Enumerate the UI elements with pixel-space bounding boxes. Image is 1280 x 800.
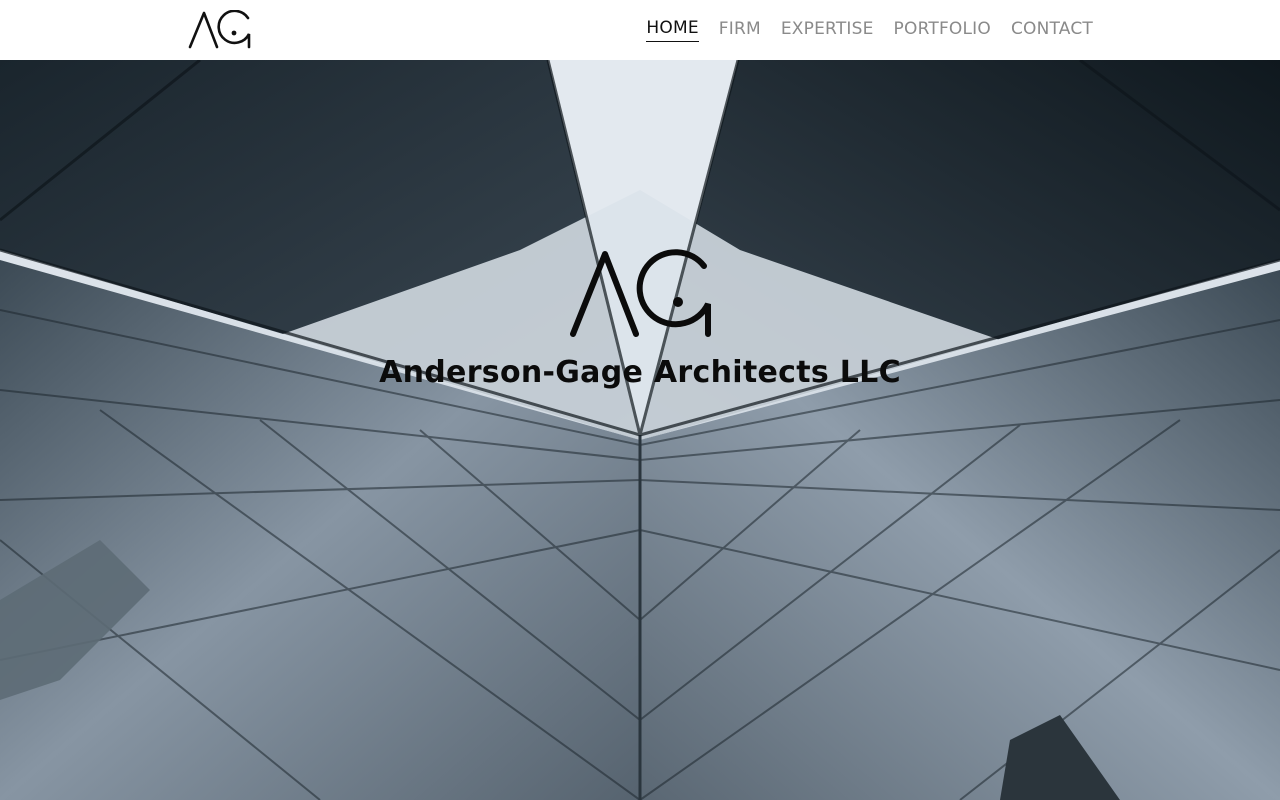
ag-logo[interactable]	[187, 10, 253, 50]
hero-section: Anderson-Gage Architects LLC	[0, 60, 1280, 800]
nav-home[interactable]: HOME	[646, 18, 699, 42]
nav-contact[interactable]: CONTACT	[1011, 19, 1093, 42]
main-nav: HOME FIRM EXPERTISE PORTFOLIO CONTACT	[646, 0, 1093, 60]
hero-background-image	[0, 60, 1280, 800]
nav-portfolio[interactable]: PORTFOLIO	[894, 19, 991, 42]
site-header: HOME FIRM EXPERTISE PORTFOLIO CONTACT	[0, 0, 1280, 60]
nav-expertise[interactable]: EXPERTISE	[781, 19, 874, 42]
hero-ag-logo	[570, 249, 711, 337]
company-name-heading: Anderson-Gage Architects LLC	[379, 355, 901, 390]
nav-firm[interactable]: FIRM	[719, 19, 761, 42]
